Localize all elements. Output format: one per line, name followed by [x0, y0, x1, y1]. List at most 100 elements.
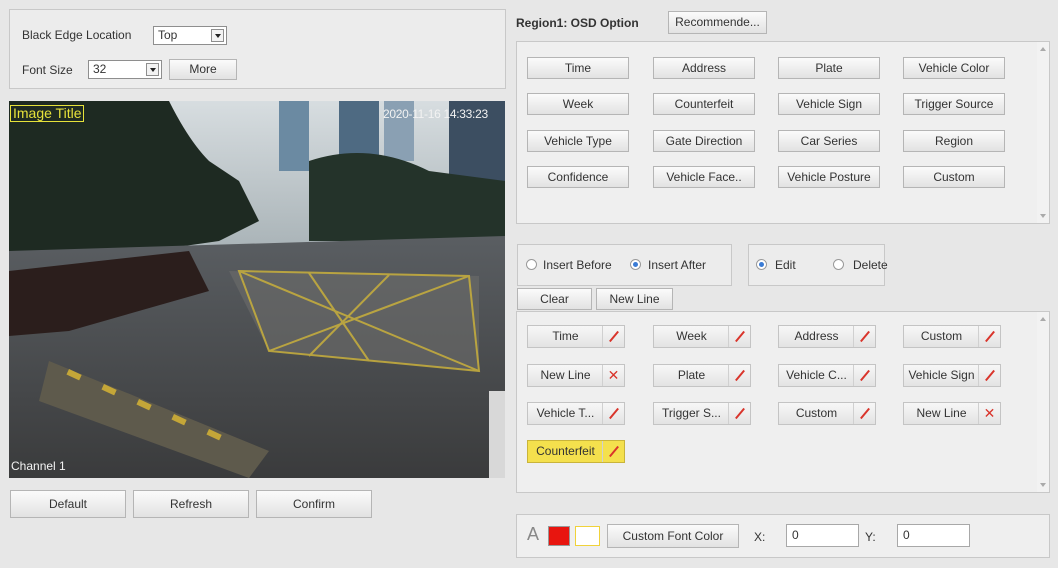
selected-item-tag[interactable]: Vehicle Sign [903, 364, 1001, 387]
x-label: X: [754, 530, 766, 544]
delete-radio[interactable] [833, 259, 844, 270]
x-coordinate-input[interactable]: 0 [786, 524, 859, 547]
pencil-icon[interactable] [728, 403, 750, 424]
clear-button[interactable]: Clear [517, 288, 592, 310]
selected-item-label: Custom [795, 406, 838, 420]
scroll-down-icon [1040, 214, 1046, 218]
selected-item-label: Vehicle T... [536, 406, 595, 420]
font-a-icon: A [527, 524, 540, 544]
pencil-icon[interactable] [602, 441, 624, 462]
image-title-overlay[interactable]: Image Title [10, 105, 85, 122]
custom-font-color-button[interactable]: Custom Font Color [607, 524, 739, 548]
selected-item-tag[interactable]: New Line ✕ [527, 364, 625, 387]
black-edge-label: Black Edge Location [22, 28, 132, 42]
camera-scene-image [9, 101, 505, 478]
selected-item-label: Time [552, 329, 579, 343]
selected-item-tag[interactable]: Custom [778, 402, 876, 425]
osd-option-button[interactable]: Plate [778, 57, 880, 79]
chevron-down-icon [211, 29, 224, 42]
selected-item-tag[interactable]: Vehicle C... [778, 364, 876, 387]
pencil-icon[interactable] [978, 365, 1000, 386]
selected-item-label: Plate [677, 368, 706, 382]
osd-option-button[interactable]: Counterfeit [653, 93, 755, 115]
selected-item-tag[interactable]: Plate [653, 364, 751, 387]
osd-option-button[interactable]: Vehicle Type [527, 130, 629, 152]
y-label: Y: [865, 530, 876, 544]
recommend-button[interactable]: Recommende... [668, 11, 767, 34]
selected-item-label: Week [676, 329, 707, 343]
scroll-up-icon [1040, 317, 1046, 321]
selected-items-scrollbar[interactable] [1037, 312, 1049, 492]
osd-option-button[interactable]: Confidence [527, 166, 629, 188]
osd-option-button[interactable]: Trigger Source [903, 93, 1005, 115]
selected-item-label: Trigger S... [662, 406, 721, 420]
selected-item-tag[interactable]: Address [778, 325, 876, 348]
osd-option-button[interactable]: Gate Direction [653, 130, 755, 152]
white-color-swatch[interactable] [575, 526, 600, 546]
scroll-up-icon [1040, 47, 1046, 51]
osd-option-button[interactable]: Vehicle Posture [778, 166, 880, 188]
y-coordinate-input[interactable]: 0 [897, 524, 970, 547]
pencil-icon[interactable] [853, 365, 875, 386]
red-color-swatch[interactable] [548, 526, 570, 546]
osd-option-button[interactable]: Vehicle Sign [778, 93, 880, 115]
selected-item-tag[interactable]: Vehicle T... [527, 402, 625, 425]
edit-label: Edit [775, 258, 796, 272]
osd-option-button[interactable]: Car Series [778, 130, 880, 152]
pencil-icon[interactable] [602, 326, 624, 347]
font-size-value: 32 [93, 62, 107, 76]
selected-item-label: New Line [916, 406, 967, 420]
insert-before-label: Insert Before [543, 258, 612, 272]
pencil-icon[interactable] [728, 326, 750, 347]
osd-option-button[interactable]: Week [527, 93, 629, 115]
channel-label: Channel 1 [11, 459, 66, 473]
insert-after-label: Insert After [648, 258, 707, 272]
close-icon[interactable]: ✕ [978, 403, 1000, 424]
video-preview[interactable]: Image Title 2020-11-16 14:33:23 Channel … [9, 101, 505, 478]
selected-item-tag[interactable]: Counterfeit [527, 440, 625, 463]
osd-option-button[interactable]: Address [653, 57, 755, 79]
selected-item-tag[interactable]: Week [653, 325, 751, 348]
selected-item-tag[interactable]: New Line ✕ [903, 402, 1001, 425]
selected-item-tag[interactable]: Time [527, 325, 625, 348]
chevron-down-icon [146, 63, 159, 76]
selected-item-label: Vehicle C... [786, 368, 847, 382]
close-icon[interactable]: ✕ [602, 365, 624, 386]
selected-item-label: Counterfeit [536, 444, 595, 458]
region-label: Region1: OSD Option [516, 16, 639, 30]
pencil-icon[interactable] [978, 326, 1000, 347]
selected-item-label: Vehicle Sign [908, 368, 975, 382]
selected-item-tag[interactable]: Trigger S... [653, 402, 751, 425]
new-line-button[interactable]: New Line [596, 288, 673, 310]
edit-radio[interactable] [756, 259, 767, 270]
font-size-select[interactable]: 32 [88, 60, 162, 79]
insert-after-radio[interactable] [630, 259, 641, 270]
osd-options-scrollbar[interactable] [1037, 42, 1049, 223]
default-button[interactable]: Default [10, 490, 126, 518]
osd-option-button[interactable]: Vehicle Face.. [653, 166, 755, 188]
refresh-button[interactable]: Refresh [133, 490, 249, 518]
osd-option-button[interactable]: Region [903, 130, 1005, 152]
scroll-down-icon [1040, 483, 1046, 487]
pencil-icon[interactable] [602, 403, 624, 424]
delete-label: Delete [853, 258, 888, 272]
black-edge-select[interactable]: Top [153, 26, 227, 45]
pencil-icon[interactable] [853, 403, 875, 424]
confirm-button[interactable]: Confirm [256, 490, 372, 518]
timestamp-overlay: 2020-11-16 14:33:23 [383, 107, 488, 121]
selected-item-label: Custom [920, 329, 963, 343]
pencil-icon[interactable] [728, 365, 750, 386]
osd-option-button[interactable]: Vehicle Color [903, 57, 1005, 79]
pencil-icon[interactable] [853, 326, 875, 347]
more-button[interactable]: More [169, 59, 237, 80]
font-size-label: Font Size [22, 63, 73, 77]
insert-before-radio[interactable] [526, 259, 537, 270]
settings-panel [9, 9, 506, 89]
selected-item-label: Address [794, 329, 839, 343]
osd-option-button[interactable]: Time [527, 57, 629, 79]
selected-item-label: New Line [540, 368, 591, 382]
osd-option-button[interactable]: Custom [903, 166, 1005, 188]
selected-item-tag[interactable]: Custom [903, 325, 1001, 348]
image-title-text: Image Title [13, 105, 82, 121]
black-edge-value: Top [158, 28, 178, 42]
